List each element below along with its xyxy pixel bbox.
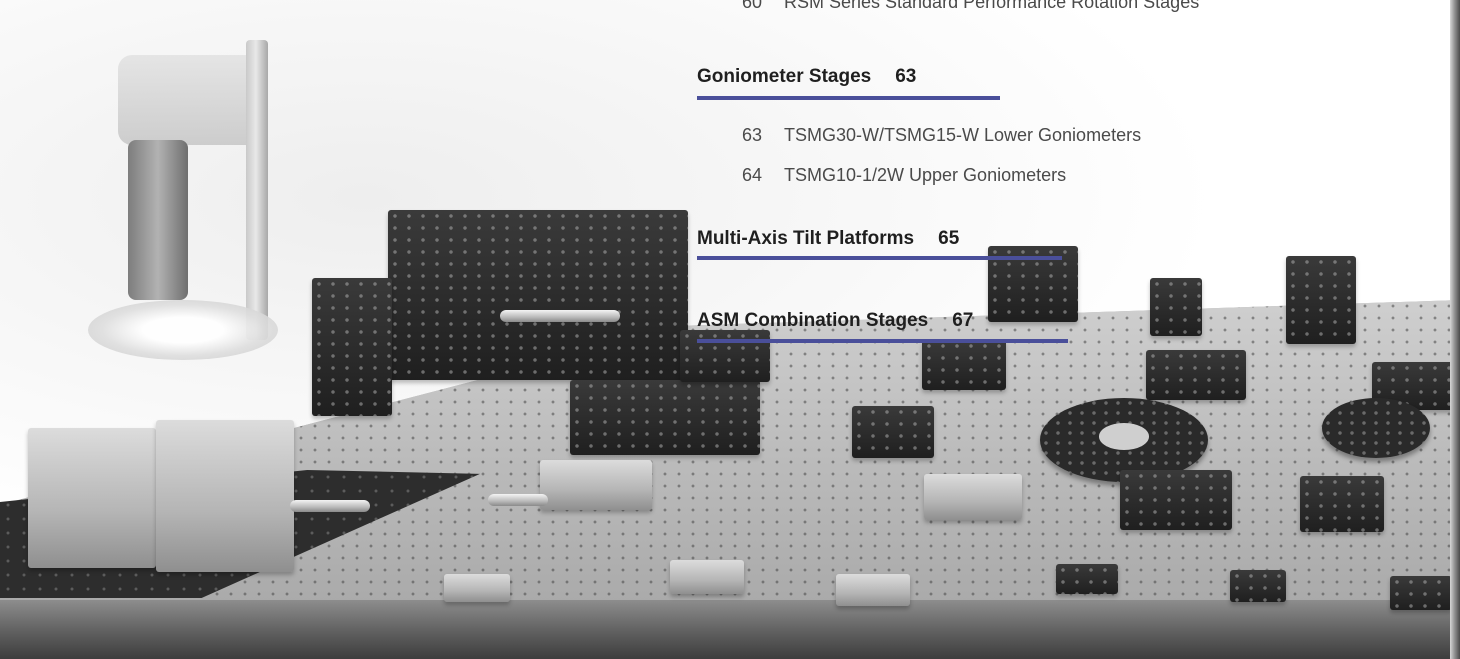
toc-entry-label: TSMG10-1/2W Upper Goniometers: [784, 165, 1067, 185]
section-page: 67: [952, 310, 974, 331]
section-heading-asm-combination-stages[interactable]: ASM Combination Stages 67: [697, 310, 973, 336]
section-underline: [697, 96, 1000, 100]
section-title: ASM Combination Stages: [697, 310, 929, 331]
toc-entry-page: 60: [741, 0, 762, 12]
section-title: Multi-Axis Tilt Platforms: [697, 228, 915, 249]
section-underline: [697, 256, 1062, 260]
section-heading-multi-axis-tilt-platforms[interactable]: Multi-Axis Tilt Platforms 65: [697, 228, 959, 254]
table-of-contents: 60 RSM Series Standard Performance Rotat…: [0, 0, 1460, 659]
toc-entry[interactable]: 63 TSMG30-W/TSMG15-W Lower Goniometers: [734, 125, 1141, 146]
toc-entry[interactable]: 60 RSM Series Standard Performance Rotat…: [734, 0, 1199, 13]
section-page: 65: [938, 228, 960, 249]
section-page: 63: [895, 66, 917, 87]
section-heading-goniometer-stages[interactable]: Goniometer Stages 63: [697, 66, 916, 92]
toc-entry-label: TSMG30-W/TSMG15-W Lower Goniometers: [784, 125, 1142, 145]
section-underline: [697, 339, 1068, 343]
section-title: Goniometer Stages: [697, 66, 872, 87]
toc-entry-page: 64: [741, 165, 762, 185]
toc-entry-label: RSM Series Standard Performance Rotation…: [784, 0, 1200, 12]
toc-entry-page: 63: [741, 125, 762, 145]
toc-entry[interactable]: 64 TSMG10-1/2W Upper Goniometers: [734, 165, 1066, 186]
